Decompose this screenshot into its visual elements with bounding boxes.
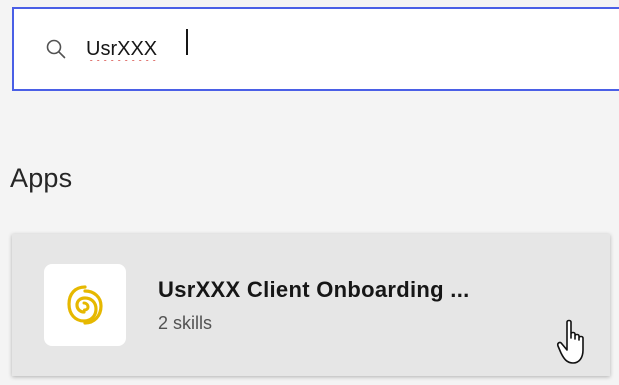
search-input[interactable] xyxy=(86,37,386,61)
app-skills-count: 2 skills xyxy=(158,312,213,333)
app-result-card[interactable]: UsrXXX Client Onboarding ... 2 skills xyxy=(12,234,610,376)
search-icon xyxy=(44,37,68,61)
search-box[interactable] xyxy=(12,7,619,91)
app-name: UsrXXX Client Onboarding ... xyxy=(158,276,470,302)
app-logo-icon xyxy=(44,264,126,346)
section-title-apps: Apps xyxy=(10,163,73,193)
app-text: UsrXXX Client Onboarding ... 2 skills xyxy=(158,277,470,334)
hand-pointer-cursor-icon xyxy=(557,319,584,364)
text-caret xyxy=(186,29,188,55)
